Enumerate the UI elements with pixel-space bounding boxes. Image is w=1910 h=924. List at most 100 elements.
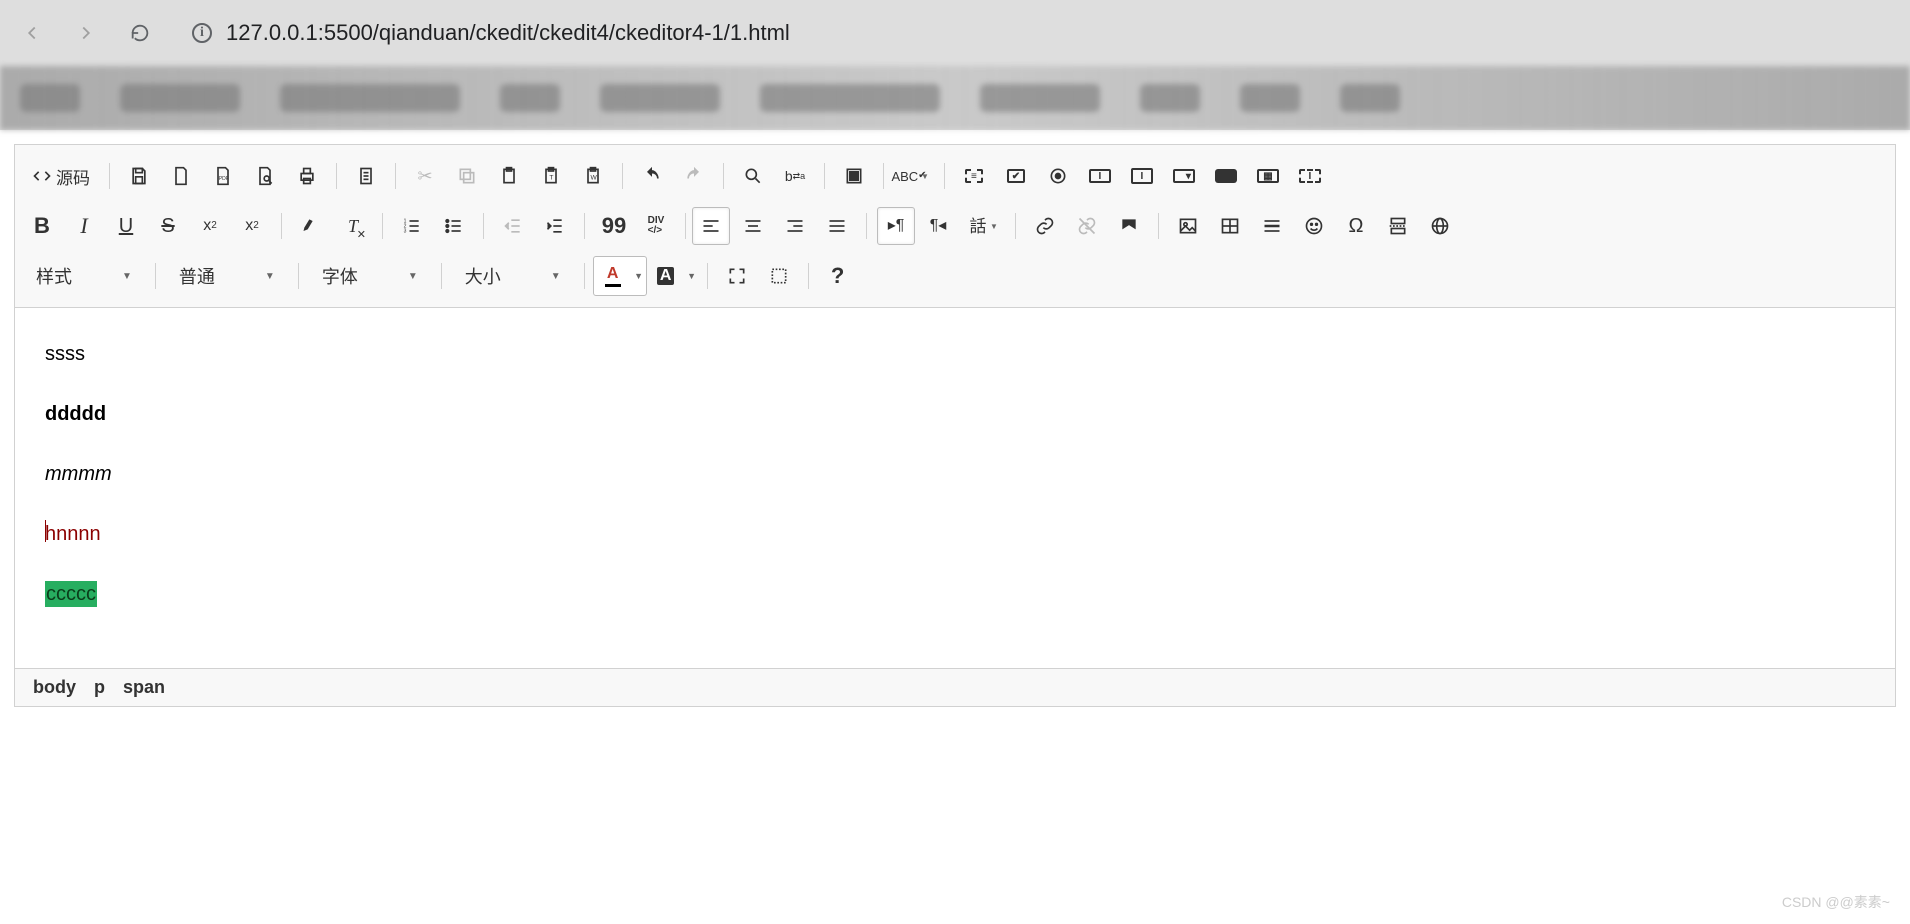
watermark: CSDN @@素素~ (1782, 892, 1890, 912)
pagebreak-button[interactable] (1379, 207, 1417, 245)
smiley-button[interactable] (1295, 207, 1333, 245)
bookmark-item[interactable] (280, 84, 460, 112)
bookmark-item[interactable] (1340, 84, 1400, 112)
forward-button[interactable] (74, 21, 98, 45)
spellcheck-button[interactable]: ABC✔ ▼ (894, 157, 934, 195)
reload-button[interactable] (128, 21, 152, 45)
source-button[interactable]: 源码 (23, 157, 99, 195)
removeformat-button[interactable]: T✕ (334, 207, 372, 245)
textarea-button[interactable]: I (1123, 157, 1161, 195)
numberedlist-button[interactable]: 123 (393, 207, 431, 245)
bookmark-item[interactable] (120, 84, 240, 112)
copyformat-button[interactable] (292, 207, 330, 245)
bidiltr-button[interactable]: ▸¶ (877, 207, 915, 245)
subscript-button[interactable]: x2 (191, 207, 229, 245)
showblocks-button[interactable] (760, 257, 798, 295)
bidirtl-button[interactable]: ¶◂ (919, 207, 957, 245)
radio-button[interactable] (1039, 157, 1077, 195)
bookmark-item[interactable] (760, 84, 940, 112)
bookmark-item[interactable] (500, 84, 560, 112)
newpage-button[interactable] (162, 157, 200, 195)
form-button[interactable]: ≡ (955, 157, 993, 195)
anchor-button[interactable] (1110, 207, 1148, 245)
justifycenter-button[interactable] (734, 207, 772, 245)
imagebutton-button[interactable]: ▦ (1249, 157, 1287, 195)
address-bar[interactable]: i 127.0.0.1:5500/qianduan/ckedit/ckedit4… (182, 20, 1890, 46)
selectall-button[interactable] (835, 157, 873, 195)
undo-button[interactable] (633, 157, 671, 195)
bookmark-item[interactable] (1140, 84, 1200, 112)
browser-chrome: i 127.0.0.1:5500/qianduan/ckedit/ckedit4… (0, 0, 1910, 130)
preview-button[interactable] (246, 157, 284, 195)
copy-button[interactable] (448, 157, 486, 195)
hiddenfield-button[interactable]: I (1291, 157, 1329, 195)
unlink-button[interactable] (1068, 207, 1106, 245)
svg-text:T: T (549, 174, 553, 181)
editor-content-area[interactable]: ssss ddddd mmmm hnnnn ccccc (15, 308, 1895, 668)
export-pdf-button[interactable]: PDF (204, 157, 242, 195)
ckeditor-container: 源码 PDF ✂ T W (14, 144, 1896, 707)
elements-path: body p span (15, 668, 1895, 706)
bulletlist-button[interactable] (435, 207, 473, 245)
path-item[interactable]: p (94, 677, 105, 698)
replace-button[interactable]: b⇄a (776, 157, 814, 195)
blockquote-button[interactable]: 99 (595, 207, 633, 245)
strike-button[interactable]: S (149, 207, 187, 245)
horizontalrule-button[interactable] (1253, 207, 1291, 245)
image-button[interactable] (1169, 207, 1207, 245)
textfield-button[interactable]: I (1081, 157, 1119, 195)
path-item[interactable]: span (123, 677, 165, 698)
justifyblock-button[interactable] (818, 207, 856, 245)
find-button[interactable] (734, 157, 772, 195)
link-button[interactable] (1026, 207, 1064, 245)
bookmark-item[interactable] (1240, 84, 1300, 112)
paste-word-button[interactable]: W (574, 157, 612, 195)
save-button[interactable] (120, 157, 158, 195)
indent-button[interactable] (536, 207, 574, 245)
outdent-button[interactable] (494, 207, 532, 245)
bookmark-item[interactable] (20, 84, 80, 112)
button-button[interactable] (1207, 157, 1245, 195)
path-item[interactable]: body (33, 677, 76, 698)
superscript-button[interactable]: x2 (233, 207, 271, 245)
content-line: mmmm (45, 458, 1865, 490)
bgcolor-button[interactable]: A ▼ (647, 257, 699, 295)
maximize-button[interactable] (718, 257, 756, 295)
url-text: 127.0.0.1:5500/qianduan/ckedit/ckedit4/c… (226, 20, 790, 46)
templates-button[interactable] (347, 157, 385, 195)
bookmark-bar (0, 66, 1910, 130)
print-button[interactable] (288, 157, 326, 195)
styles-combo[interactable]: 样式▼ (23, 257, 145, 295)
textcolor-button[interactable]: A ▼ (593, 256, 647, 296)
cut-button[interactable]: ✂ (406, 157, 444, 195)
ckeditor-toolbar: 源码 PDF ✂ T W (15, 145, 1895, 308)
bookmark-item[interactable] (980, 84, 1100, 112)
paste-text-button[interactable]: T (532, 157, 570, 195)
svg-text:3: 3 (404, 229, 407, 235)
back-button[interactable] (20, 21, 44, 45)
iframe-button[interactable] (1421, 207, 1459, 245)
table-button[interactable] (1211, 207, 1249, 245)
about-button[interactable]: ? (819, 257, 857, 295)
specialchar-button[interactable]: Ω (1337, 207, 1375, 245)
site-info-icon[interactable]: i (192, 23, 212, 43)
content-line: ddddd (45, 398, 1865, 430)
paste-button[interactable] (490, 157, 528, 195)
size-combo[interactable]: 大小▼ (452, 257, 574, 295)
bookmark-item[interactable] (600, 84, 720, 112)
select-button[interactable]: ▾ (1165, 157, 1203, 195)
justifyleft-button[interactable] (692, 207, 730, 245)
format-combo[interactable]: 普通▼ (166, 257, 288, 295)
underline-button[interactable]: U (107, 207, 145, 245)
redo-button[interactable] (675, 157, 713, 195)
checkbox-button[interactable]: ✔ (997, 157, 1035, 195)
italic-button[interactable]: I (65, 207, 103, 245)
content-line: ssss (45, 338, 1865, 370)
font-combo[interactable]: 字体▼ (309, 257, 431, 295)
creatediv-button[interactable]: DIV</> (637, 207, 675, 245)
justifyright-button[interactable] (776, 207, 814, 245)
browser-nav-bar: i 127.0.0.1:5500/qianduan/ckedit/ckedit4… (0, 0, 1910, 66)
bold-button[interactable]: B (23, 207, 61, 245)
language-button[interactable]: 話▼ (961, 207, 1005, 245)
svg-text:W: W (591, 174, 598, 181)
